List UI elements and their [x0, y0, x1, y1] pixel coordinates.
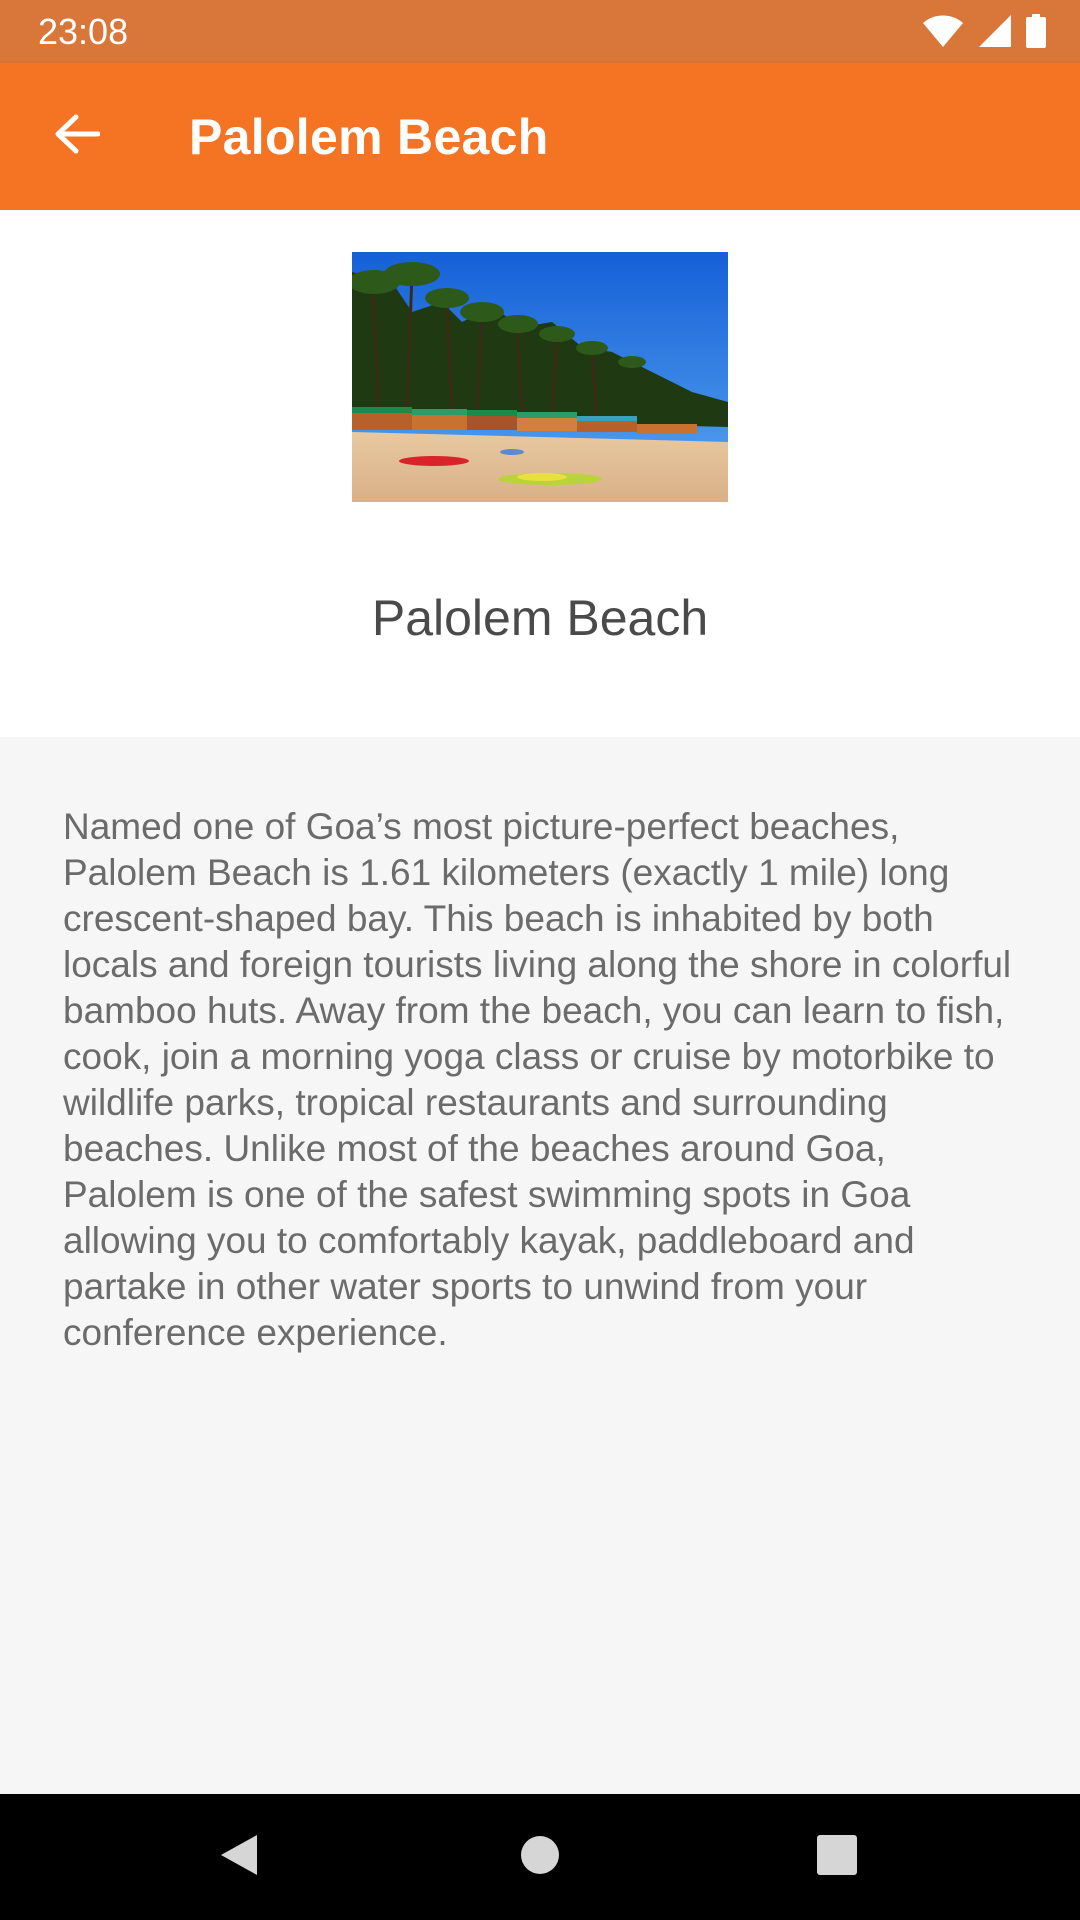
description-section: Named one of Goa’s most picture-perfect … — [0, 737, 1080, 1794]
status-time: 23:08 — [38, 11, 129, 52]
app-bar: Palolem Beach — [0, 63, 1080, 210]
place-name: Palolem Beach — [371, 590, 709, 646]
status-icons — [922, 14, 1046, 48]
place-description: Named one of Goa’s most picture-perfect … — [63, 806, 1012, 1353]
status-bar: 23:08 — [0, 0, 1080, 63]
battery-icon — [1026, 14, 1046, 48]
screen: 23:08 Palolem Beach Palolem Beach Named … — [0, 0, 1080, 1920]
wifi-icon — [922, 14, 964, 48]
nav-recents-button[interactable] — [804, 1824, 870, 1890]
nav-home-button[interactable] — [507, 1824, 573, 1890]
nav-back-icon — [219, 1833, 259, 1882]
beach-image — [352, 252, 728, 502]
arrow-back-icon — [54, 114, 101, 159]
nav-back-button[interactable] — [206, 1824, 272, 1890]
page-title: Palolem Beach — [189, 109, 549, 165]
cellular-signal-icon — [978, 14, 1012, 48]
nav-home-icon — [520, 1835, 560, 1880]
back-button[interactable] — [34, 93, 120, 179]
system-nav-bar — [0, 1794, 1080, 1920]
nav-recents-icon — [817, 1834, 857, 1880]
place-header: Palolem Beach — [0, 210, 1080, 737]
